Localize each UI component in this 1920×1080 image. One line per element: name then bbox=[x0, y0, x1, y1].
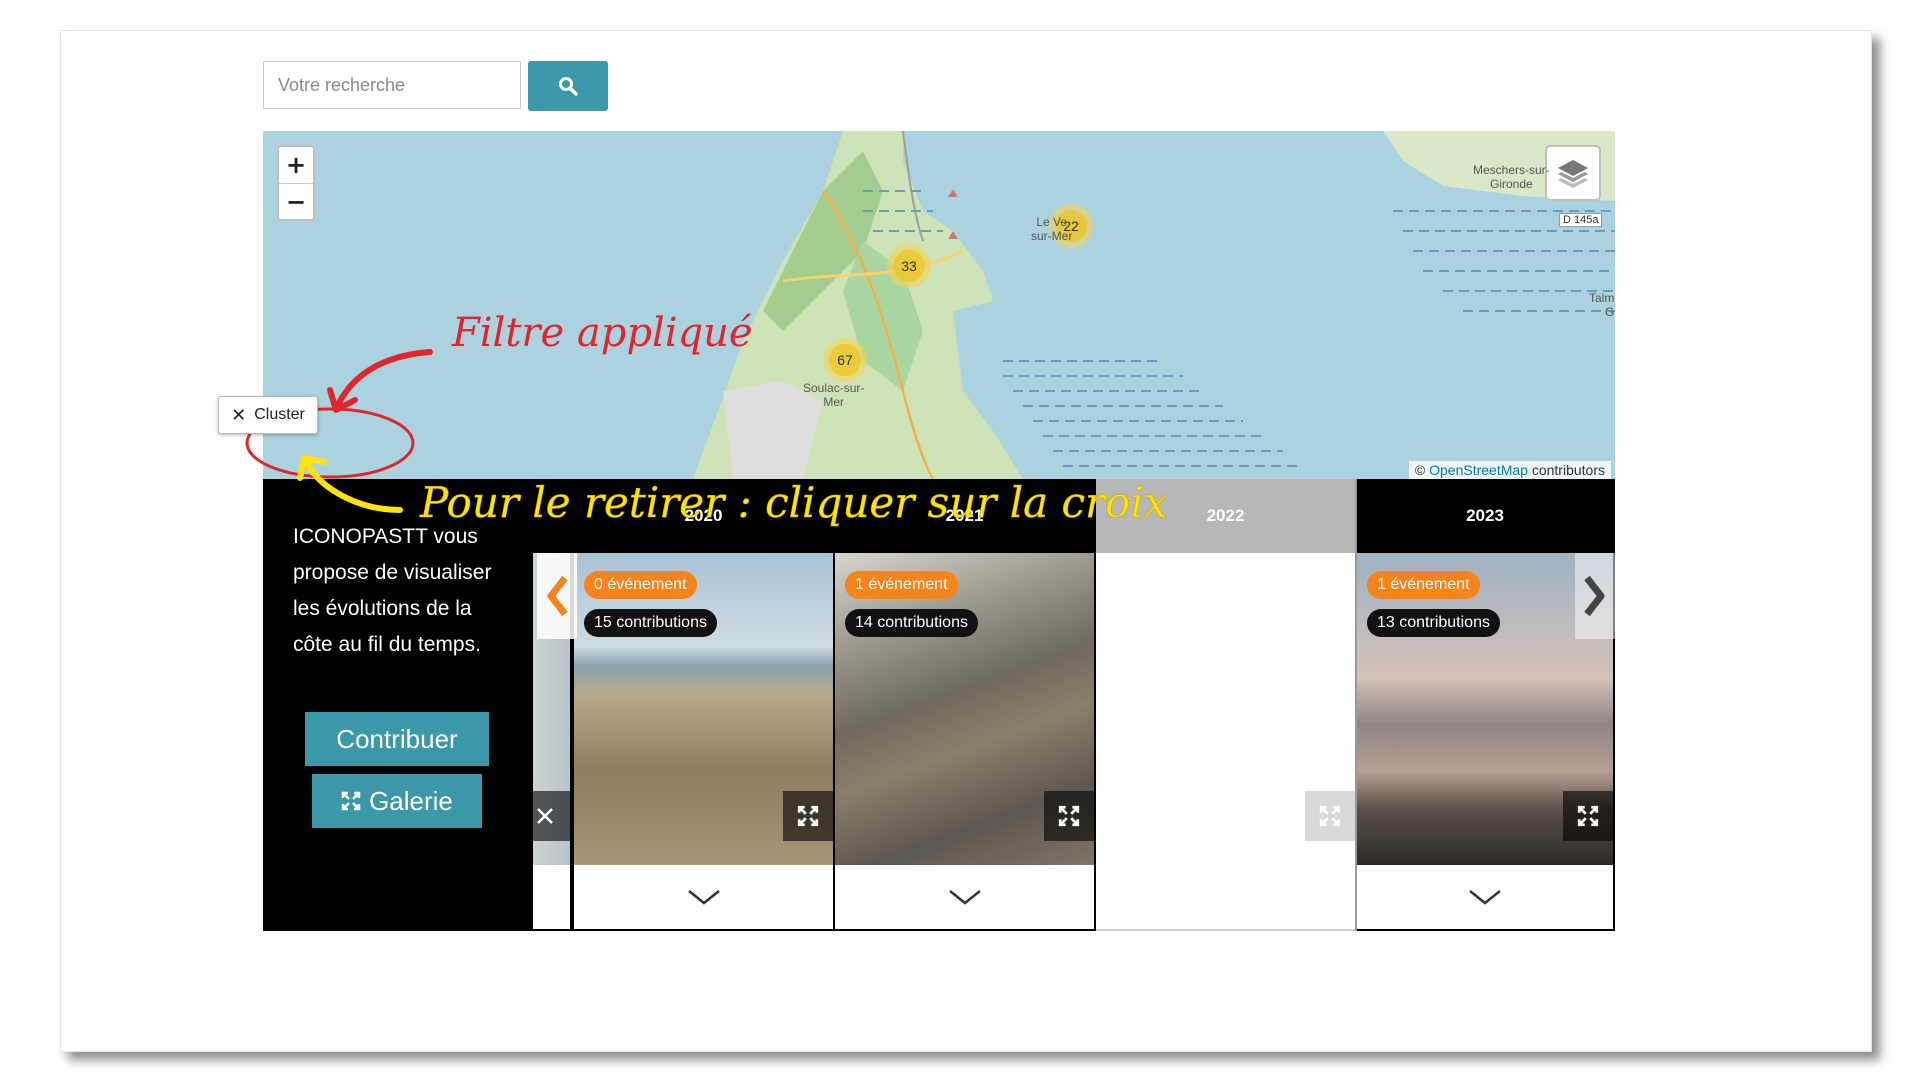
search-input[interactable] bbox=[263, 61, 521, 109]
fullscreen-button[interactable] bbox=[1563, 791, 1613, 841]
contribution-count-badge: 15 contributions bbox=[584, 609, 717, 637]
fullscreen-button[interactable] bbox=[783, 791, 833, 841]
timeline-column-2021: 2021 1 événement 14 contributions bbox=[833, 479, 1094, 931]
map-label-talmont: Talmo Gir bbox=[1589, 291, 1615, 319]
fullscreen-button[interactable] bbox=[1305, 791, 1355, 841]
timeline-column-2020: 2020 0 événement 15 contributions bbox=[572, 479, 833, 931]
expand-details-button[interactable] bbox=[574, 865, 833, 931]
contribute-button[interactable]: Contribuer bbox=[305, 712, 489, 766]
search-button[interactable] bbox=[528, 61, 608, 111]
gallery-button[interactable]: Galerie bbox=[312, 774, 482, 828]
intro-text: ICONOPASTT vous propose de visualiser le… bbox=[293, 525, 492, 656]
chevron-left-icon bbox=[547, 575, 568, 617]
previous-arrow[interactable] bbox=[537, 553, 577, 639]
event-count-badge: 1 événement bbox=[1367, 571, 1480, 599]
filter-chip-label: Cluster bbox=[254, 406, 305, 423]
expand-details-button[interactable] bbox=[1357, 865, 1613, 931]
expand-icon bbox=[797, 805, 819, 827]
timeline: ICONOPASTT vous propose de visualiser le… bbox=[263, 479, 1615, 931]
expand-icon bbox=[1577, 805, 1599, 827]
layers-button[interactable] bbox=[1545, 145, 1601, 201]
timeline-strip: 2020 0 événement 15 contributions 2021 1… bbox=[533, 479, 1615, 931]
expand-icon bbox=[341, 791, 361, 811]
annotation-filter-applied: Filtre appliqué bbox=[452, 310, 753, 356]
map-attribution: © OpenStreetMap contributors bbox=[1408, 461, 1611, 479]
map-label-soulac: Soulac-sur- Mer bbox=[803, 381, 865, 409]
expand-details-button[interactable] bbox=[835, 865, 1094, 931]
road-label: D 145a bbox=[1559, 213, 1603, 227]
contribution-count-badge: 14 contributions bbox=[845, 609, 978, 637]
event-count-badge: 0 événement bbox=[584, 571, 697, 599]
fullscreen-button[interactable] bbox=[533, 791, 570, 841]
chevron-right-icon bbox=[1584, 575, 1605, 617]
search-icon bbox=[559, 77, 578, 96]
map-cluster-marker[interactable]: 33 bbox=[887, 244, 931, 288]
annotation-remove-hint: Pour le retirer : cliquer sur la croix bbox=[420, 478, 1168, 528]
event-count-badge: 1 événement bbox=[845, 571, 958, 599]
zoom-out-button[interactable]: − bbox=[279, 184, 313, 220]
fullscreen-button[interactable] bbox=[1044, 791, 1094, 841]
expand-icon bbox=[1319, 805, 1341, 827]
next-arrow[interactable] bbox=[1575, 553, 1615, 639]
layers-icon bbox=[1558, 160, 1588, 188]
chevron-down-icon bbox=[687, 890, 720, 905]
zoom-in-button[interactable]: + bbox=[279, 147, 313, 184]
zoom-control: + − bbox=[277, 145, 315, 221]
map-terrain bbox=[693, 131, 1615, 479]
map-label-levedon: Le Ve sur-Mer bbox=[1031, 215, 1073, 243]
expand-icon bbox=[1058, 805, 1080, 827]
timeline-column-2023: 2023 1 événement 13 contributions bbox=[1355, 479, 1615, 931]
page-frame: + − 22 33 67 Meschers-sur- Gironde Le Ve… bbox=[60, 30, 1872, 1052]
map-cluster-marker[interactable]: 67 bbox=[823, 338, 867, 382]
expand-icon bbox=[537, 808, 553, 824]
chevron-down-icon bbox=[948, 890, 981, 905]
map[interactable]: + − 22 33 67 Meschers-sur- Gironde Le Ve… bbox=[263, 131, 1615, 479]
remove-filter-icon[interactable]: ✕ bbox=[231, 405, 246, 426]
chevron-down-icon bbox=[1469, 890, 1501, 905]
cluster-filter-chip: ✕ Cluster bbox=[218, 396, 318, 434]
year-header: 2023 bbox=[1357, 479, 1613, 553]
timeline-column-2022: 2022 bbox=[1094, 479, 1355, 931]
map-label-meschers: Meschers-sur- Gironde bbox=[1473, 163, 1550, 191]
osm-link[interactable]: OpenStreetMap bbox=[1429, 462, 1528, 478]
timeline-column-partial bbox=[533, 479, 572, 931]
contribution-count-badge: 13 contributions bbox=[1367, 609, 1500, 637]
